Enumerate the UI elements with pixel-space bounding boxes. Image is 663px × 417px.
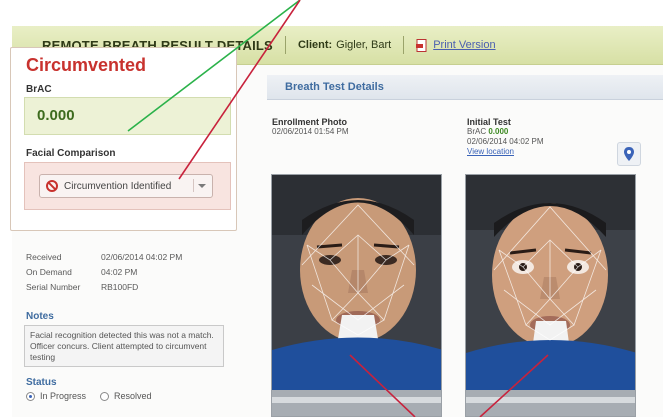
facial-comparison-box: Circumvention Identified (24, 162, 231, 210)
status-radio-resolved[interactable] (100, 391, 110, 401)
initial-test-brac: BrAC 0.000 (467, 127, 508, 136)
on-demand-label: On Demand (26, 267, 72, 277)
breath-test-details-title: Breath Test Details (285, 81, 384, 93)
map-pin-button[interactable] (617, 142, 641, 166)
print-version-link[interactable]: Print Version (433, 39, 495, 51)
status-option-label: Resolved (114, 391, 152, 401)
breath-test-details-header: Breath Test Details (267, 75, 663, 100)
initial-test-photo (465, 174, 636, 417)
initial-brac-label: BrAC (467, 127, 487, 136)
header-divider (284, 36, 286, 54)
client-label: Client: (297, 39, 333, 51)
enrollment-photo (271, 174, 442, 417)
face-photo-image (272, 175, 441, 416)
on-demand-value: 04:02 PM (101, 267, 138, 277)
facial-comparison-label: Facial Comparison (26, 148, 116, 159)
notes-textarea[interactable]: Facial recognition detected this was not… (24, 325, 224, 367)
view-location-link[interactable]: View location (467, 147, 514, 156)
initial-brac-value: 0.000 (488, 127, 509, 136)
map-pin-icon (624, 147, 634, 161)
received-value: 02/06/2014 04:02 PM (101, 252, 183, 262)
status-options: In Progress Resolved (26, 391, 152, 401)
chevron-down-icon[interactable] (193, 179, 208, 192)
face-photo-image (466, 175, 635, 416)
initial-test-title: Initial Test (467, 117, 511, 127)
received-label: Received (26, 252, 62, 262)
enrollment-photo-title: Enrollment Photo (272, 117, 347, 127)
status-option-label: In Progress (40, 391, 87, 401)
brac-value-box: 0.000 (24, 97, 231, 135)
initial-test-date: 02/06/2014 04:02 PM (467, 137, 544, 146)
serial-number-label: Serial Number (26, 282, 81, 292)
status-radio-in-progress[interactable] (26, 391, 35, 401)
status-label: Status (26, 377, 57, 388)
enrollment-photo-date: 02/06/2014 01:54 PM (272, 127, 349, 136)
client-name: Gigler, Bart (336, 39, 392, 51)
facial-comparison-value: Circumvention Identified (64, 180, 172, 192)
serial-number-value: RB100FD (101, 282, 139, 292)
header-divider (403, 36, 405, 54)
facial-comparison-select[interactable]: Circumvention Identified (39, 174, 213, 198)
brac-label: BrAC (26, 84, 52, 95)
pdf-icon[interactable] (416, 38, 428, 52)
notes-label: Notes (26, 311, 54, 322)
prohibited-icon (46, 180, 58, 192)
result-status: Circumvented (26, 55, 147, 75)
brac-value: 0.000 (37, 107, 75, 124)
